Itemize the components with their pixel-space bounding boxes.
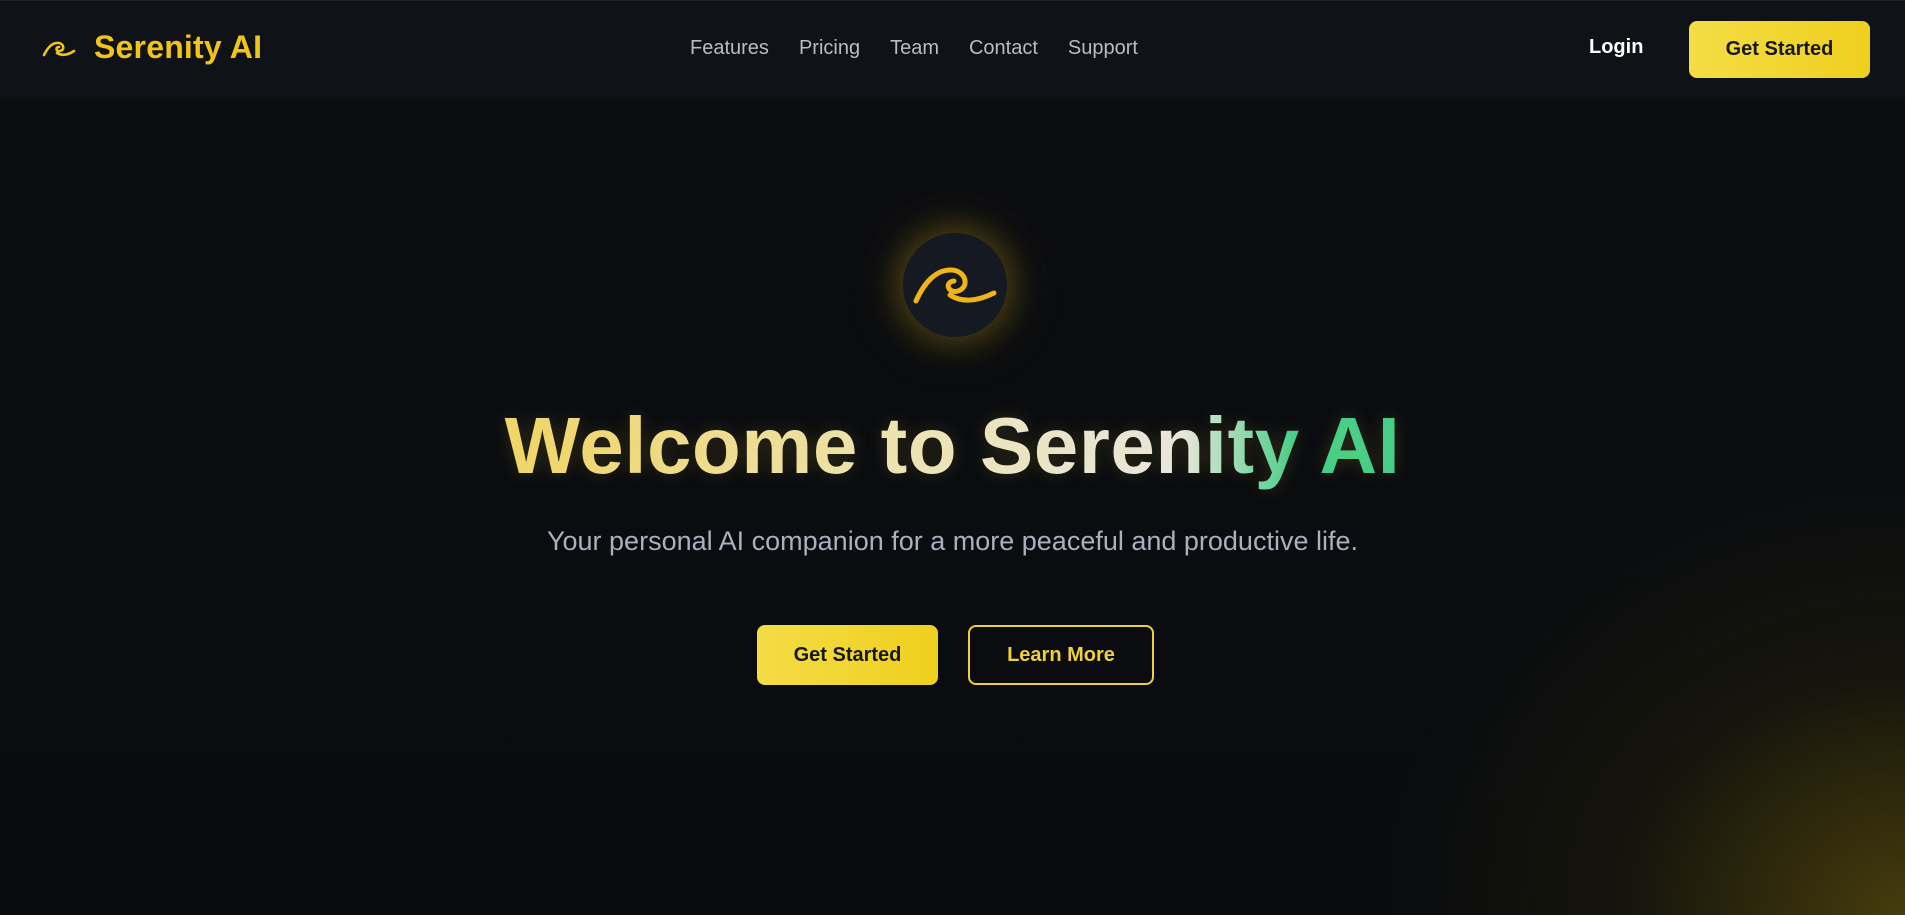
login-link[interactable]: Login [1589, 36, 1643, 59]
nav-link-contact[interactable]: Contact [969, 37, 1038, 60]
hero-logo [903, 233, 1007, 337]
wave-icon [42, 37, 76, 59]
nav-link-features[interactable]: Features [690, 37, 769, 60]
learn-more-button[interactable]: Learn More [968, 625, 1154, 685]
brand-name: Serenity AI [94, 29, 263, 65]
header-get-started-button[interactable]: Get Started [1689, 21, 1870, 78]
main-nav: Features Pricing Team Contact Support [690, 37, 1138, 60]
nav-link-team[interactable]: Team [890, 37, 939, 60]
brand-logo-link[interactable]: Serenity AI [42, 29, 262, 66]
hero-get-started-button[interactable]: Get Started [757, 625, 938, 685]
wave-icon [910, 257, 1000, 314]
site-header: Serenity AI Features Pricing Team Contac… [0, 0, 1905, 96]
nav-link-support[interactable]: Support [1068, 37, 1138, 60]
nav-link-pricing[interactable]: Pricing [799, 37, 860, 60]
hero-subtitle: Your personal AI companion for a more pe… [546, 526, 1358, 556]
hero-title: Welcome to Serenity AI [0, 396, 1905, 496]
